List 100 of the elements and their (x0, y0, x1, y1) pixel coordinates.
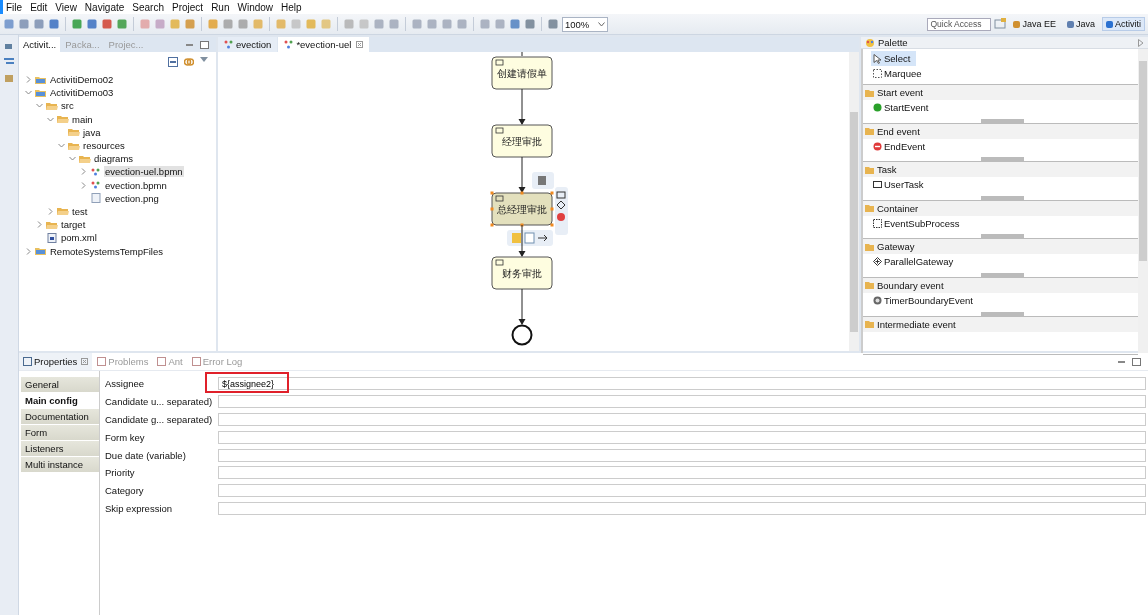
zoom-dropdown[interactable]: 100% (562, 16, 608, 32)
expand-arrow[interactable] (1138, 38, 1144, 47)
palette-item[interactable]: StartEvent (863, 100, 935, 115)
text-field[interactable]: ${assignee2} (218, 377, 1146, 391)
perspective-button[interactable]: Java EE (1009, 17, 1060, 31)
close-icon[interactable] (356, 41, 364, 48)
view-tab[interactable]: Properties (19, 353, 93, 370)
user-task: 财务审批 (491, 256, 553, 290)
palette-title: Palette (878, 37, 908, 48)
tree-item[interactable]: resources (82, 140, 126, 152)
menu-item[interactable]: Run (208, 1, 235, 13)
caret-icon (598, 21, 605, 27)
task-icon (873, 180, 882, 190)
tree-item[interactable]: src (60, 100, 75, 112)
section-tab[interactable]: Documentation (21, 409, 99, 425)
palette-tool[interactable]: Select (871, 51, 917, 66)
group-scroll-handle[interactable] (981, 234, 1024, 239)
section-tab[interactable]: Listeners (21, 441, 99, 457)
view-tab[interactable]: Activit... (19, 37, 61, 52)
maven-file-icon (46, 232, 58, 243)
image-file-icon (90, 193, 102, 204)
palette-item[interactable]: ParallelGateway (863, 254, 960, 270)
tree-item[interactable]: main (71, 113, 94, 125)
palette-tool[interactable]: Marquee (871, 66, 928, 81)
tree-item[interactable]: pom.xml (60, 232, 98, 244)
project-folder-icon (35, 87, 47, 98)
process-file-icon (284, 40, 294, 49)
text-field[interactable] (218, 395, 1146, 409)
palette-group-header[interactable]: Task (863, 162, 1138, 178)
section-tab[interactable]: General (21, 377, 99, 393)
tree-item[interactable]: test (71, 205, 89, 217)
menu-item[interactable]: Window (234, 1, 279, 13)
perspective-button[interactable]: Java (1062, 17, 1099, 31)
project-folder-icon (35, 74, 47, 85)
menu-item[interactable]: Project (169, 1, 209, 13)
sequence-arrow (518, 156, 526, 193)
text-field[interactable] (218, 501, 1146, 515)
menu-item[interactable]: Edit (27, 1, 53, 13)
text-field[interactable] (218, 430, 1146, 444)
section-tab[interactable]: Multi instance (21, 457, 99, 473)
tree-item[interactable]: ActivitiDemo03 (49, 87, 115, 99)
palette-item[interactable]: TimerBoundaryEvent (863, 292, 979, 308)
tree-item[interactable]: diagrams (93, 153, 135, 165)
outline-icon[interactable] (4, 57, 14, 67)
text-field[interactable] (218, 484, 1146, 498)
process-file-icon (90, 180, 102, 191)
group-scroll-handle[interactable] (981, 118, 1024, 123)
field-label: Priority (105, 467, 136, 479)
tree-item[interactable]: evection-uel.bpmn (104, 166, 184, 178)
text-field[interactable] (218, 466, 1146, 480)
collapse-all-icon[interactable] (168, 57, 178, 67)
minimize-icon[interactable] (1118, 360, 1125, 363)
process-file-icon (224, 40, 233, 49)
tree-item[interactable]: java (82, 126, 102, 138)
menu-item[interactable]: Navigate (81, 1, 130, 13)
link-icon[interactable] (184, 57, 194, 67)
quick-access-field[interactable]: Quick Access (927, 17, 992, 31)
tree-item[interactable]: RemoteSystemsTempFiles (49, 245, 164, 257)
scrollbar[interactable] (1138, 49, 1148, 356)
menu-item[interactable]: Search (129, 1, 169, 13)
end-event-icon (873, 141, 882, 151)
maximize-icon[interactable] (1132, 357, 1141, 366)
palette-item[interactable]: UserTask (863, 177, 930, 193)
gateway-icon (873, 257, 882, 267)
editor-tab[interactable]: *evection-uel (278, 37, 370, 52)
group-scroll-handle[interactable] (981, 272, 1024, 277)
tree-item[interactable]: evection.bpmn (104, 179, 168, 191)
field-label: Due date (variable) (105, 449, 187, 461)
editor-tab[interactable]: evection (218, 37, 278, 52)
minimize-icon[interactable] (186, 43, 193, 46)
menu-item[interactable]: Help (278, 1, 307, 13)
view-menu-icon[interactable] (200, 57, 208, 63)
field-label: Assignee (105, 378, 146, 390)
palette-group-header[interactable]: Gateway (863, 239, 1138, 255)
pointer-icon (873, 53, 882, 64)
perspective-button[interactable]: Activiti (1102, 17, 1145, 31)
palette-item[interactable]: EndEvent (863, 138, 932, 154)
sequence-arrow (518, 88, 526, 125)
sequence-arrow (518, 224, 526, 257)
field-label: Candidate g... separated) (105, 414, 214, 425)
start-event-icon (873, 103, 882, 112)
open-perspective-icon[interactable] (994, 18, 1007, 30)
section-tab[interactable]: Form (21, 425, 99, 441)
tree-item[interactable]: evection.png (104, 192, 160, 204)
menu-item[interactable]: File (3, 1, 28, 13)
maximize-icon[interactable] (200, 40, 209, 49)
group-scroll-handle[interactable] (981, 195, 1024, 200)
palette-item[interactable]: EventSubProcess (863, 215, 966, 231)
sequence-arrow (518, 288, 526, 325)
tree-item[interactable]: target (60, 219, 87, 231)
scrollbar[interactable] (849, 52, 859, 351)
text-field[interactable] (218, 448, 1146, 462)
menu-item[interactable]: View (52, 1, 82, 13)
group-scroll-handle[interactable] (981, 157, 1024, 162)
close-icon[interactable] (81, 358, 89, 365)
palette-group-header[interactable]: Start event (863, 85, 1138, 100)
view-icon (23, 357, 32, 366)
group-scroll-handle[interactable] (981, 311, 1024, 316)
text-field[interactable] (218, 413, 1146, 426)
tree-item[interactable]: ActivitiDemo02 (49, 74, 115, 86)
